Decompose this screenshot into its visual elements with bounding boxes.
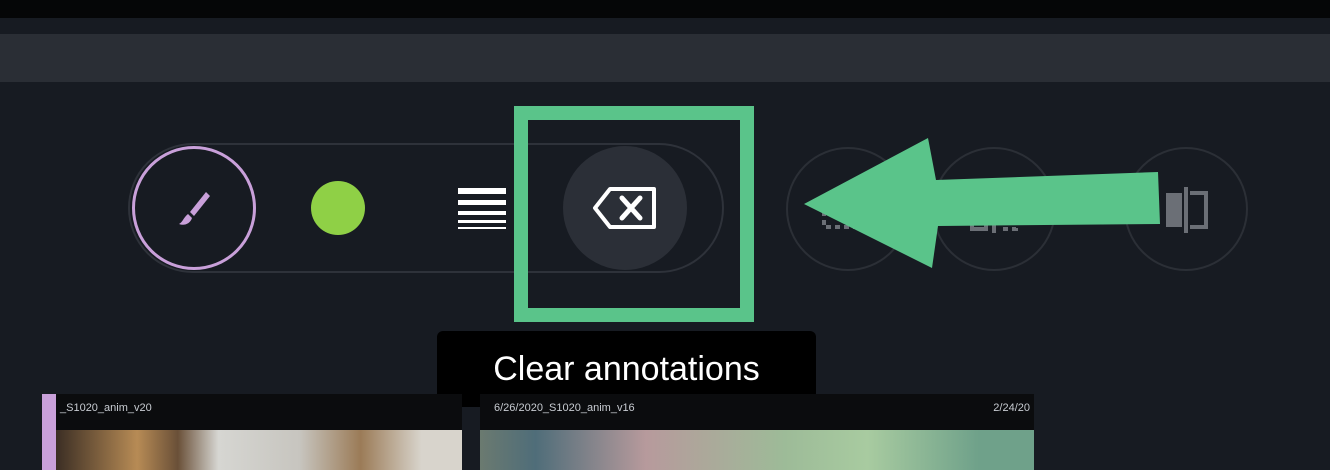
- thumbnail-image: [56, 430, 462, 470]
- color-picker-button[interactable]: [276, 146, 400, 270]
- top-bar: [0, 0, 1330, 18]
- thumbnail-image: [480, 430, 1034, 470]
- thumbnail-caption: 6/26/2020_S1020_anim_v16: [494, 402, 635, 414]
- pointer-arrow-icon: [804, 138, 1160, 268]
- thumbnail-date: 2/24/20: [993, 402, 1030, 414]
- highlight-box: [514, 106, 754, 322]
- header-bar: [0, 34, 1330, 82]
- color-swatch: [311, 181, 365, 235]
- thumbnail-caption: _S1020_anim_v20: [60, 402, 152, 414]
- thumbnail-1[interactable]: _S1020_anim_v20: [42, 394, 462, 470]
- brush-tool-button[interactable]: [132, 146, 256, 270]
- paintbrush-icon: [179, 192, 210, 225]
- tooltip-text: Clear annotations: [493, 349, 760, 388]
- line-width-icon: [458, 188, 506, 229]
- thumbnail-2[interactable]: 6/26/2020_S1020_anim_v16 2/24/20: [480, 394, 1034, 470]
